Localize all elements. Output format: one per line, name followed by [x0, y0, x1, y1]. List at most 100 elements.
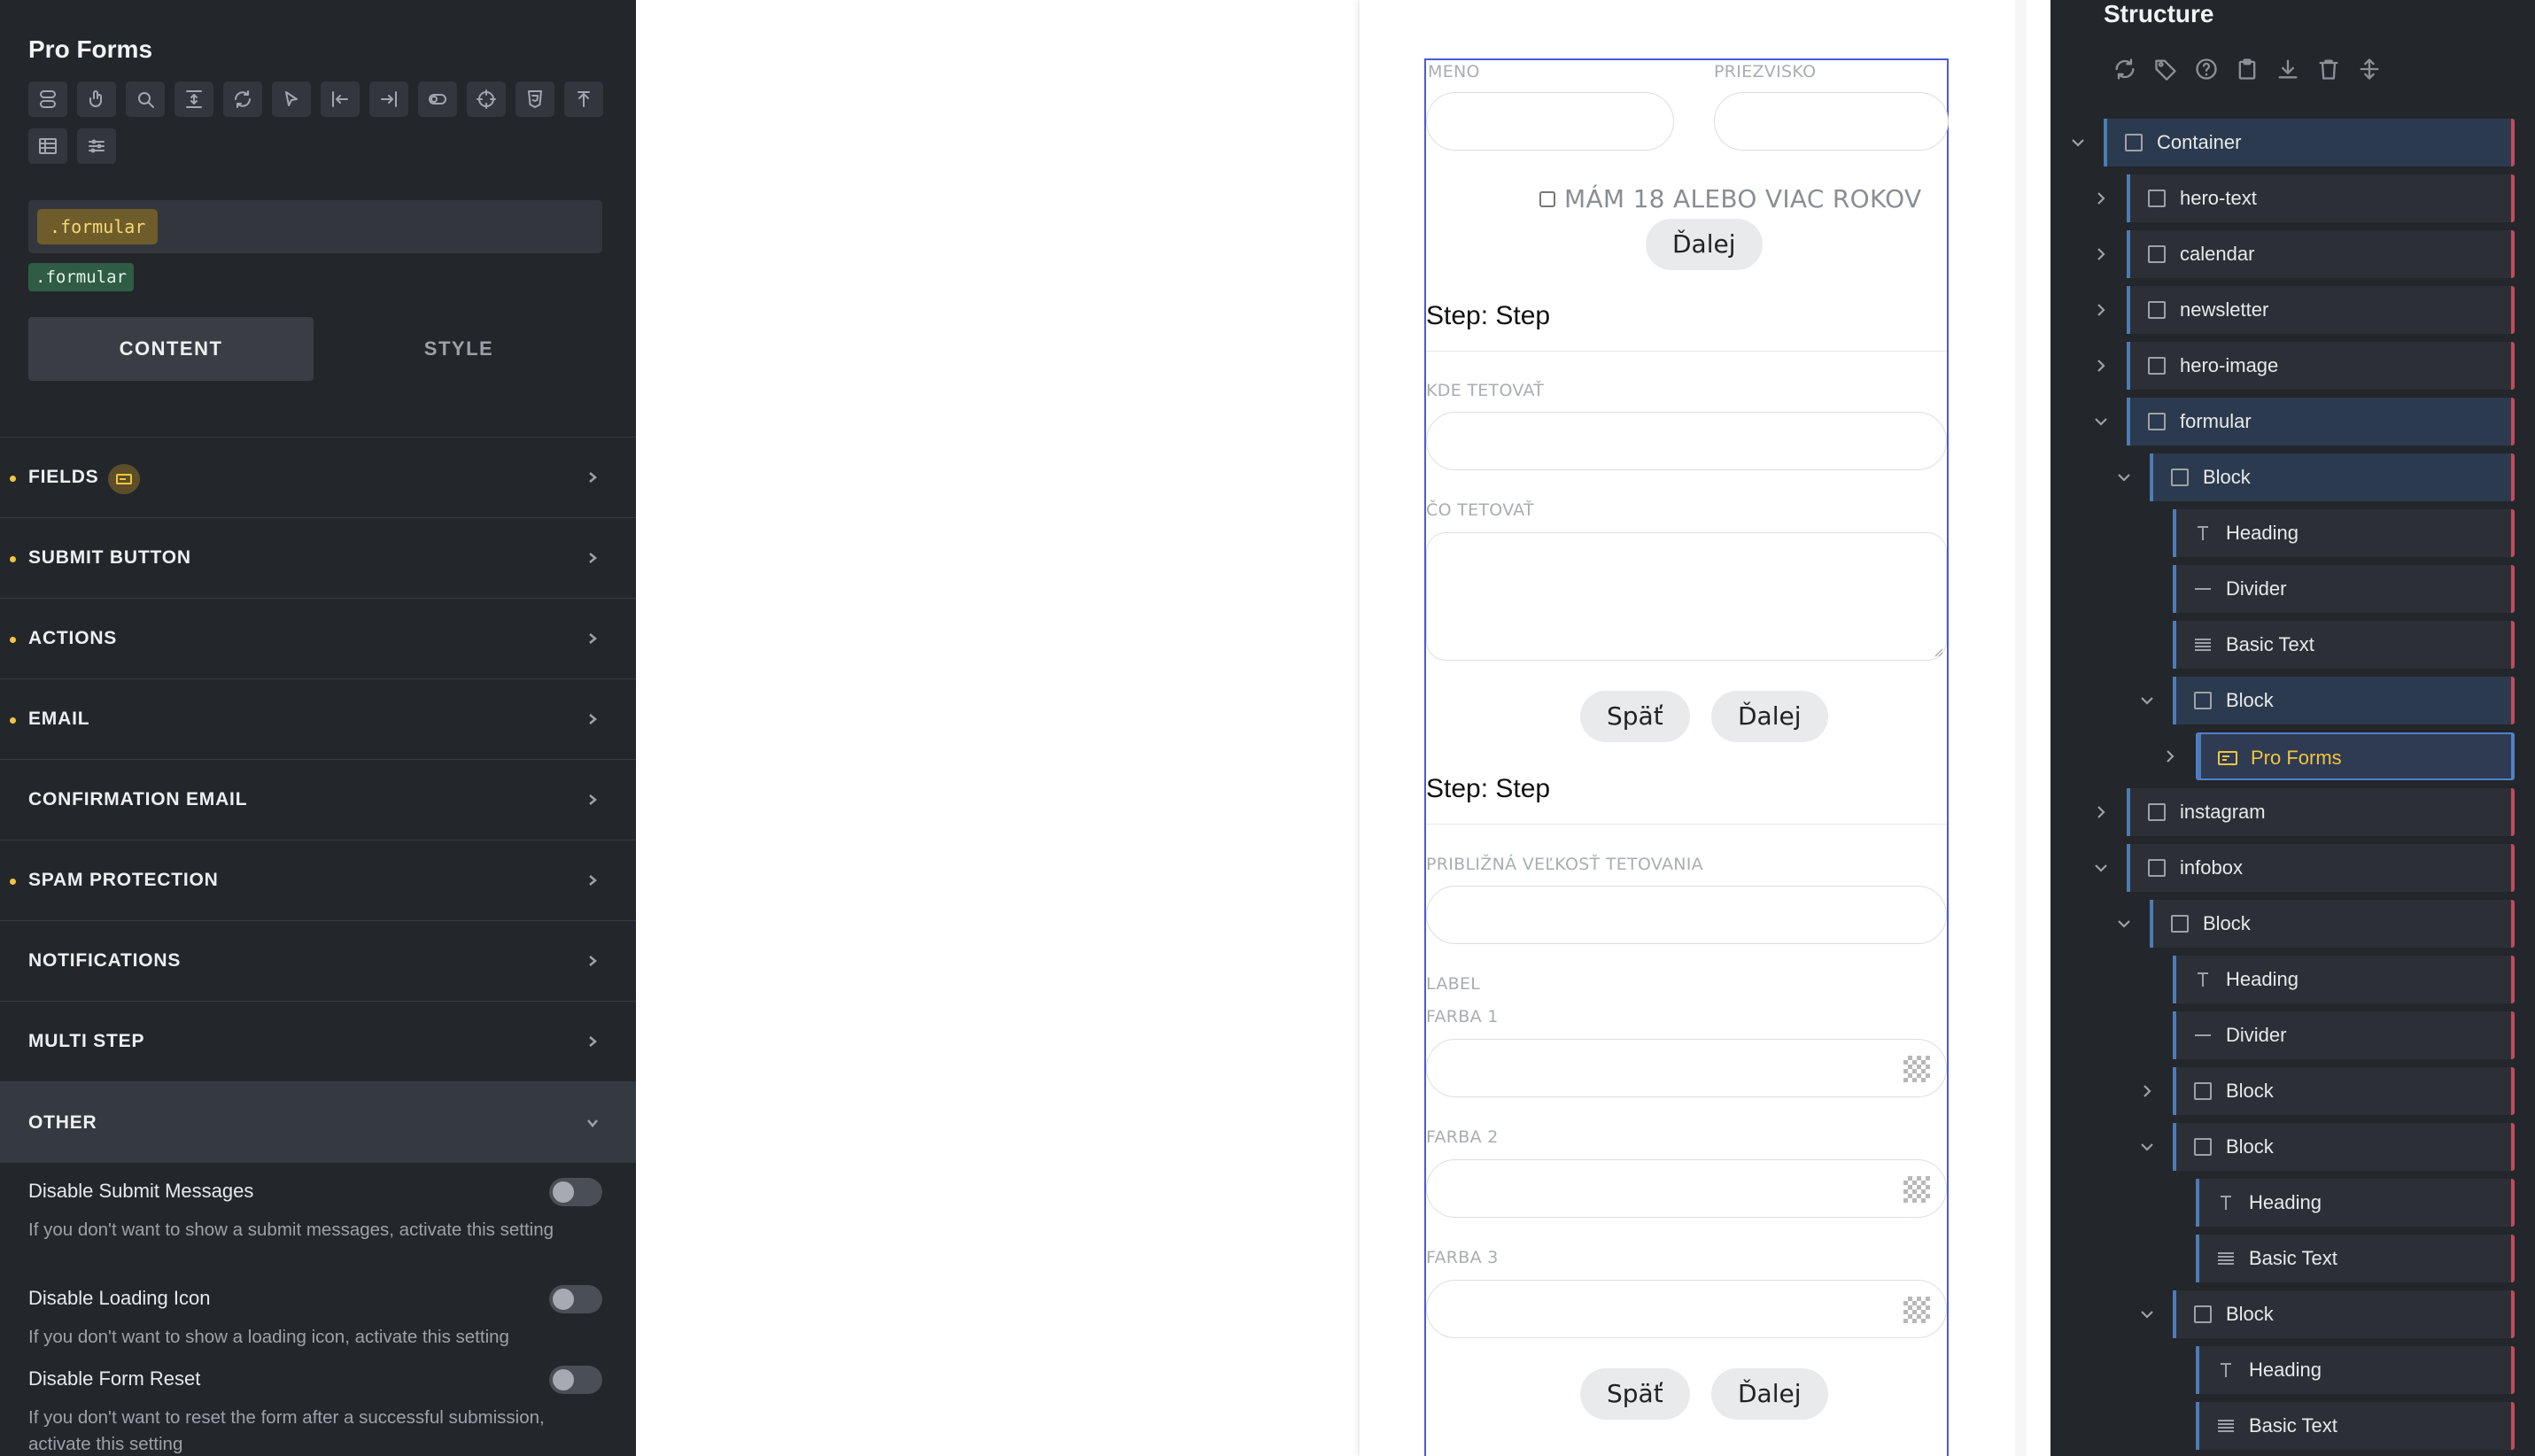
structure-item[interactable]: Pro Forms — [2196, 732, 2515, 780]
color3-field[interactable] — [1426, 1280, 1947, 1338]
setting-toggle[interactable] — [549, 1366, 602, 1394]
download-button[interactable] — [2275, 57, 2300, 86]
structure-item[interactable]: infobox — [2127, 844, 2515, 892]
css-button[interactable] — [516, 81, 554, 117]
section-spam-protection[interactable]: SPAM PROTECTION — [0, 840, 636, 921]
align-right-button[interactable] — [369, 81, 408, 117]
text-icon — [2215, 1248, 2237, 1269]
structure-item[interactable]: Heading — [2173, 509, 2515, 557]
class-chip[interactable]: .formular — [37, 209, 159, 244]
age-checkbox[interactable]: MÁM 18 ALEBO VIAC ROKOV — [1539, 184, 1921, 213]
structure-item[interactable]: Basic Text — [2173, 621, 2515, 669]
setting-toggle[interactable] — [549, 1178, 602, 1206]
structure-item[interactable]: Heading — [2196, 1179, 2515, 1227]
section-notifications[interactable]: NOTIFICATIONS — [0, 921, 636, 1002]
tab-style[interactable]: STYLE — [315, 317, 602, 381]
chevron-right-icon[interactable] — [2162, 748, 2180, 766]
what-textarea[interactable] — [1426, 532, 1947, 661]
chevron-right-icon[interactable] — [2139, 1083, 2157, 1101]
color2-field[interactable] — [1426, 1159, 1947, 1218]
where-field[interactable] — [1426, 412, 1947, 470]
color1-field[interactable] — [1426, 1039, 1947, 1097]
section-confirmation-email[interactable]: CONFIRMATION EMAIL — [0, 760, 636, 840]
first-name-field[interactable] — [1426, 92, 1674, 151]
chevron-down-icon[interactable] — [2139, 1306, 2157, 1324]
search-button[interactable] — [126, 81, 165, 117]
section-multi-step[interactable]: MULTI STEP — [0, 1002, 636, 1082]
clipboard-button[interactable] — [2235, 57, 2260, 86]
sliders-button[interactable] — [77, 128, 116, 164]
structure-item[interactable]: hero-image — [2127, 342, 2515, 390]
next-button[interactable]: Ďalej — [1711, 1368, 1828, 1420]
depth-stripe — [2173, 1290, 2176, 1338]
help-button[interactable] — [2194, 57, 2219, 86]
checkbox-box[interactable] — [1539, 190, 1555, 207]
class-tag[interactable]: .formular — [28, 263, 134, 291]
css-class-input[interactable]: .formular — [28, 200, 602, 253]
size-field[interactable] — [1426, 886, 1947, 944]
structure-item[interactable]: Basic Text — [2196, 1235, 2515, 1282]
color-swatch-icon[interactable] — [1903, 1056, 1930, 1082]
switch-button[interactable] — [418, 81, 457, 117]
back-button[interactable]: Späť — [1580, 1368, 1690, 1420]
hand-button[interactable] — [77, 81, 116, 117]
structure-item[interactable]: Basic Text — [2196, 1402, 2515, 1450]
section-fields[interactable]: FIELDS — [0, 438, 636, 518]
align-left-button[interactable] — [321, 81, 360, 117]
chevron-down-icon[interactable] — [2070, 135, 2088, 152]
section-submit-button[interactable]: SUBMIT BUTTON — [0, 518, 636, 599]
structure-item[interactable]: Block — [2173, 677, 2515, 724]
color-swatch-icon[interactable] — [1903, 1176, 1930, 1203]
structure-item[interactable]: Block — [2173, 1290, 2515, 1338]
structure-item[interactable]: newsletter — [2127, 286, 2515, 334]
next-button[interactable]: Ďalej — [1646, 219, 1763, 270]
chevron-down-icon[interactable] — [2139, 693, 2157, 710]
toolbar — [28, 81, 603, 117]
structure-item[interactable]: Divider — [2173, 565, 2515, 613]
structure-item[interactable]: calendar — [2127, 230, 2515, 278]
chevron-down-icon[interactable] — [2116, 916, 2134, 933]
chevron-right-icon[interactable] — [2093, 302, 2111, 320]
table-button[interactable] — [28, 128, 67, 164]
crosshair-button[interactable] — [467, 81, 506, 117]
chevron-right-icon[interactable] — [2093, 246, 2111, 264]
structure-item[interactable]: Heading — [2196, 1346, 2515, 1394]
structure-item[interactable]: Divider — [2173, 1011, 2515, 1059]
structure-item[interactable]: hero-text — [2127, 174, 2515, 222]
refresh-button[interactable] — [2112, 57, 2137, 86]
tag-button[interactable] — [2153, 57, 2178, 86]
refresh-button[interactable] — [223, 81, 262, 117]
structure-item[interactable]: Block — [2173, 1123, 2515, 1171]
section-email[interactable]: EMAIL — [0, 679, 636, 760]
chevron-down-icon[interactable] — [2093, 860, 2111, 878]
expand-button[interactable] — [2357, 57, 2382, 86]
section-actions[interactable]: ACTIONS — [0, 599, 636, 679]
toggle-button[interactable] — [28, 81, 67, 117]
next-button[interactable]: Ďalej — [1711, 691, 1828, 742]
last-name-label: PRIEZVISKO — [1714, 62, 1817, 81]
resize-grip-icon[interactable] — [1933, 647, 1943, 657]
structure-item[interactable]: formular — [2127, 398, 2515, 445]
chevron-down-icon[interactable] — [2139, 1139, 2157, 1157]
structure-item[interactable]: instagram — [2127, 788, 2515, 836]
structure-item[interactable]: Container — [2104, 119, 2515, 167]
back-button[interactable]: Späť — [1580, 691, 1690, 742]
chevron-right-icon[interactable] — [2093, 190, 2111, 208]
structure-item[interactable]: Block — [2173, 1067, 2515, 1115]
structure-item[interactable]: Block — [2150, 900, 2515, 948]
chevron-down-icon[interactable] — [2116, 469, 2134, 487]
structure-item[interactable]: Heading — [2173, 956, 2515, 1003]
chevron-right-icon[interactable] — [2093, 358, 2111, 376]
setting-toggle[interactable] — [549, 1285, 602, 1313]
color-swatch-icon[interactable] — [1903, 1297, 1930, 1323]
structure-item[interactable]: Block — [2150, 453, 2515, 501]
trash-button[interactable] — [2316, 57, 2341, 86]
tab-content[interactable]: CONTENT — [28, 317, 314, 381]
section-other[interactable]: OTHER — [0, 1082, 636, 1163]
align-vertical-button[interactable] — [174, 81, 213, 117]
last-name-field[interactable] — [1714, 92, 1949, 151]
chevron-down-icon[interactable] — [2093, 414, 2111, 431]
cursor-button[interactable] — [272, 81, 311, 117]
chevron-right-icon[interactable] — [2093, 804, 2111, 822]
upload-button[interactable] — [564, 81, 603, 117]
